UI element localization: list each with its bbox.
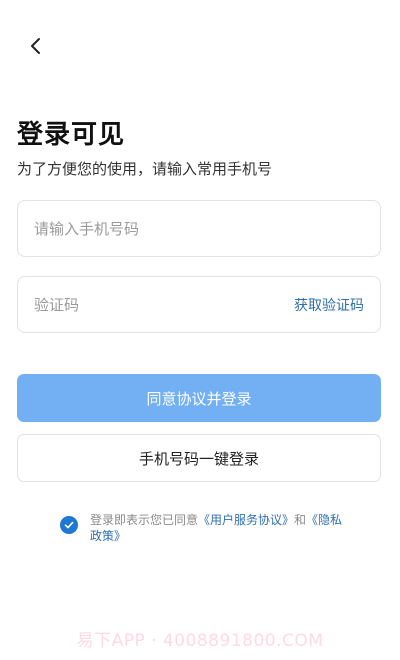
- agreement-and: 和: [294, 513, 307, 527]
- user-agreement-link[interactable]: 《用户服务协议》: [198, 513, 294, 527]
- agreement-checkbox[interactable]: [60, 516, 78, 534]
- agreement-prefix: 登录即表示您已同意: [90, 513, 199, 527]
- agreement-text: 登录即表示您已同意《用户服务协议》和《隐私政策》: [90, 512, 352, 544]
- back-button[interactable]: [20, 30, 52, 62]
- get-code-button[interactable]: 获取验证码: [294, 295, 364, 315]
- verification-code-input[interactable]: [34, 295, 294, 314]
- page-subtitle: 为了方便您的使用，请输入常用手机号: [17, 160, 273, 178]
- code-field[interactable]: 获取验证码: [17, 276, 381, 333]
- one-click-login-button[interactable]: 手机号码一键登录: [17, 434, 381, 482]
- agreement-row: 登录即表示您已同意《用户服务协议》和《隐私政策》: [60, 512, 360, 544]
- agree-and-login-button[interactable]: 同意协议并登录: [17, 374, 381, 422]
- watermark: 易下APP · 4008891800.COM: [76, 631, 324, 651]
- checkmark-icon: [64, 521, 74, 529]
- page-title: 登录可见: [17, 120, 126, 150]
- chevron-left-icon: [31, 38, 40, 54]
- phone-field[interactable]: [17, 200, 381, 257]
- phone-input[interactable]: [34, 219, 364, 238]
